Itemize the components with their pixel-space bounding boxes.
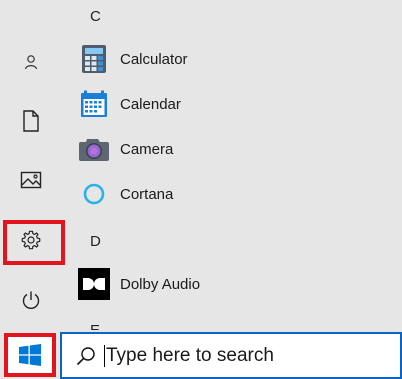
- calculator-icon: [78, 43, 110, 75]
- app-item-calculator[interactable]: Calculator: [78, 39, 398, 79]
- cortana-icon: [78, 178, 110, 210]
- section-header-d[interactable]: D: [90, 233, 101, 250]
- app-label: Dolby Audio: [120, 275, 201, 293]
- taskbar: [0, 330, 402, 379]
- search-icon: [76, 346, 96, 366]
- user-account-button[interactable]: [0, 40, 62, 84]
- document-icon: [23, 110, 39, 132]
- documents-button[interactable]: [0, 99, 62, 143]
- power-button[interactable]: [0, 278, 62, 322]
- search-input[interactable]: [106, 344, 366, 367]
- dolby-icon: [78, 268, 110, 300]
- power-icon: [22, 291, 40, 309]
- app-label: Calendar: [120, 95, 181, 113]
- pictures-icon: [20, 171, 42, 189]
- app-label: Cortana: [120, 185, 174, 203]
- text-cursor: [104, 344, 105, 367]
- pictures-button[interactable]: [0, 158, 62, 202]
- camera-icon: [78, 133, 110, 165]
- section-header-c[interactable]: C: [90, 8, 101, 25]
- app-label: Calculator: [120, 50, 188, 68]
- app-item-camera[interactable]: Camera: [78, 129, 398, 169]
- person-icon: [24, 55, 38, 70]
- calendar-icon: [78, 88, 110, 120]
- app-item-cortana[interactable]: Cortana: [78, 174, 398, 214]
- section-header-e[interactable]: E: [90, 322, 100, 330]
- windows-logo-icon: [19, 344, 41, 366]
- settings-highlight-box: [3, 220, 65, 265]
- app-list: C Calculator Calendar Camera Cortana D D…: [62, 0, 402, 330]
- app-item-dolby-audio[interactable]: Dolby Audio: [78, 264, 398, 304]
- search-box[interactable]: [60, 332, 402, 379]
- start-button[interactable]: [4, 333, 56, 377]
- start-menu-rail: [0, 0, 65, 330]
- app-item-calendar[interactable]: Calendar: [78, 84, 398, 124]
- app-label: Camera: [120, 140, 174, 158]
